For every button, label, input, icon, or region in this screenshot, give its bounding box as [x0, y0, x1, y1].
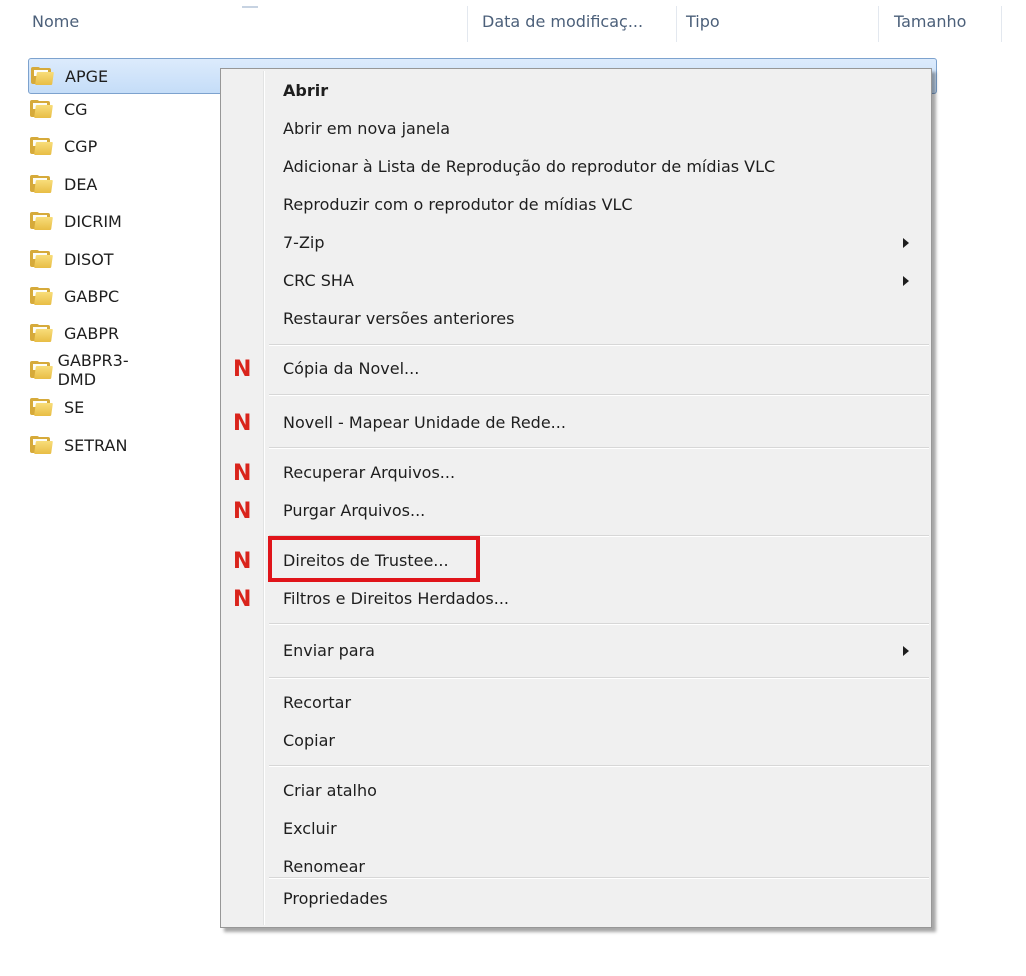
menu-separator: [269, 447, 929, 449]
novell-icon: N: [233, 587, 252, 612]
submenu-arrow-icon: [903, 276, 909, 286]
column-type[interactable]: Tipo: [686, 12, 720, 31]
menu-item-label: Recortar: [283, 693, 352, 712]
folder-icon: [30, 100, 53, 118]
column-modified[interactable]: Data de modificaç...: [482, 12, 643, 31]
context-menu: Abrir Abrir em nova janela Adicionar à L…: [220, 68, 932, 928]
menu-separator: [269, 394, 929, 396]
menu-item-label: Enviar para: [283, 641, 375, 660]
file-row-se[interactable]: SE: [28, 392, 84, 422]
menu-item-vlc-play[interactable]: Reproduzir com o reprodutor de mídias VL…: [221, 187, 931, 223]
submenu-arrow-icon: [903, 646, 909, 656]
column-separator[interactable]: [878, 6, 879, 42]
menu-item-crc-sha[interactable]: CRC SHA: [221, 263, 931, 299]
menu-item-properties[interactable]: Propriedades: [221, 881, 931, 917]
menu-item-label: Adicionar à Lista de Reprodução do repro…: [283, 157, 776, 176]
file-row-gabpr3-dmd[interactable]: GABPR3-DMD: [28, 351, 135, 389]
file-name: GABPC: [64, 286, 120, 306]
file-row-disot[interactable]: DISOT: [28, 244, 114, 274]
column-separator[interactable]: [467, 6, 468, 42]
menu-separator: [269, 623, 929, 625]
menu-item-label: Criar atalho: [283, 781, 377, 800]
novell-icon: N: [233, 357, 252, 382]
menu-item-label: Abrir: [283, 81, 329, 100]
column-separator[interactable]: [676, 6, 677, 42]
menu-item-label: Copiar: [283, 731, 335, 750]
menu-item-novell-map-drive[interactable]: N Novell - Mapear Unidade de Rede...: [221, 405, 931, 441]
menu-item-open-new-window[interactable]: Abrir em nova janela: [221, 111, 931, 147]
menu-item-recover-files[interactable]: N Recuperar Arquivos...: [221, 455, 931, 491]
file-name: APGE: [65, 66, 109, 86]
annotation-highlight-box: [268, 536, 480, 582]
menu-item-label: Excluir: [283, 819, 337, 838]
menu-item-label: Restaurar versões anteriores: [283, 309, 515, 328]
menu-separator: [269, 677, 929, 679]
folder-icon: [30, 175, 53, 193]
column-separator[interactable]: [1001, 6, 1002, 42]
menu-item-label: Recuperar Arquivos...: [283, 463, 456, 482]
folder-icon: [30, 287, 53, 305]
menu-item-create-shortcut[interactable]: Criar atalho: [221, 773, 931, 809]
submenu-arrow-icon: [903, 238, 909, 248]
file-name: DEA: [64, 174, 98, 194]
menu-item-vlc-add-playlist[interactable]: Adicionar à Lista de Reprodução do repro…: [221, 149, 931, 185]
menu-item-restore-versions[interactable]: Restaurar versões anteriores: [221, 301, 931, 337]
menu-item-label: Abrir em nova janela: [283, 119, 451, 138]
file-row-dicrim[interactable]: DICRIM: [28, 206, 122, 236]
menu-item-label: Cópia da Novel...: [283, 359, 420, 378]
column-name[interactable]: Nome: [32, 12, 79, 31]
file-row-dea[interactable]: DEA: [28, 169, 97, 199]
folder-icon: [30, 361, 53, 379]
menu-item-label: 7-Zip: [283, 233, 325, 252]
novell-icon: N: [233, 549, 252, 574]
menu-item-label: Propriedades: [283, 889, 388, 908]
file-name: SETRAN: [64, 435, 128, 455]
folder-icon: [31, 67, 54, 85]
menu-separator: [269, 765, 929, 767]
menu-item-rename[interactable]: Renomear: [221, 849, 931, 885]
menu-item-copy[interactable]: Copiar: [221, 723, 931, 759]
menu-item-delete[interactable]: Excluir: [221, 811, 931, 847]
file-row-cg[interactable]: CG: [28, 94, 88, 124]
file-name: GABPR3-DMD: [57, 351, 129, 389]
file-row-gabpc[interactable]: GABPC: [28, 281, 119, 311]
column-header: Nome Data de modificaç... Tipo Tamanho: [0, 0, 1026, 46]
folder-icon: [30, 436, 53, 454]
menu-item-label: Renomear: [283, 857, 365, 876]
menu-item-cut[interactable]: Recortar: [221, 685, 931, 721]
menu-separator: [269, 344, 929, 346]
menu-item-label: Reproduzir com o reprodutor de mídias VL…: [283, 195, 633, 214]
menu-item-label: Purgar Arquivos...: [283, 501, 426, 520]
column-size[interactable]: Tamanho: [894, 12, 966, 31]
file-name: CGP: [64, 136, 98, 156]
menu-item-inherited-rights[interactable]: N Filtros e Direitos Herdados...: [221, 581, 931, 617]
menu-item-label: Filtros e Direitos Herdados...: [283, 589, 510, 608]
menu-item-send-to[interactable]: Enviar para: [221, 633, 931, 669]
menu-separator: [269, 877, 929, 879]
menu-item-purge-files[interactable]: N Purgar Arquivos...: [221, 493, 931, 529]
header-drag-grip: [242, 6, 258, 8]
folder-icon: [30, 137, 53, 155]
folder-icon: [30, 250, 53, 268]
folder-icon: [30, 212, 53, 230]
novell-icon: N: [233, 499, 252, 524]
file-name: DISOT: [64, 249, 114, 269]
file-row-gabpr[interactable]: GABPR: [28, 318, 119, 348]
folder-icon: [30, 324, 53, 342]
file-name: CG: [64, 99, 88, 119]
novell-icon: N: [233, 411, 252, 436]
menu-item-open[interactable]: Abrir: [221, 73, 931, 109]
folder-icon: [30, 398, 53, 416]
novell-icon: N: [233, 461, 252, 486]
file-name: SE: [64, 397, 85, 417]
menu-item-label: Novell - Mapear Unidade de Rede...: [283, 413, 566, 432]
file-row-cgp[interactable]: CGP: [28, 131, 97, 161]
menu-item-7zip[interactable]: 7-Zip: [221, 225, 931, 261]
menu-item-label: CRC SHA: [283, 271, 354, 290]
file-name: DICRIM: [64, 211, 122, 231]
file-name: GABPR: [64, 323, 120, 343]
file-row-setran[interactable]: SETRAN: [28, 430, 127, 460]
menu-item-novell-copy[interactable]: N Cópia da Novel...: [221, 351, 931, 387]
